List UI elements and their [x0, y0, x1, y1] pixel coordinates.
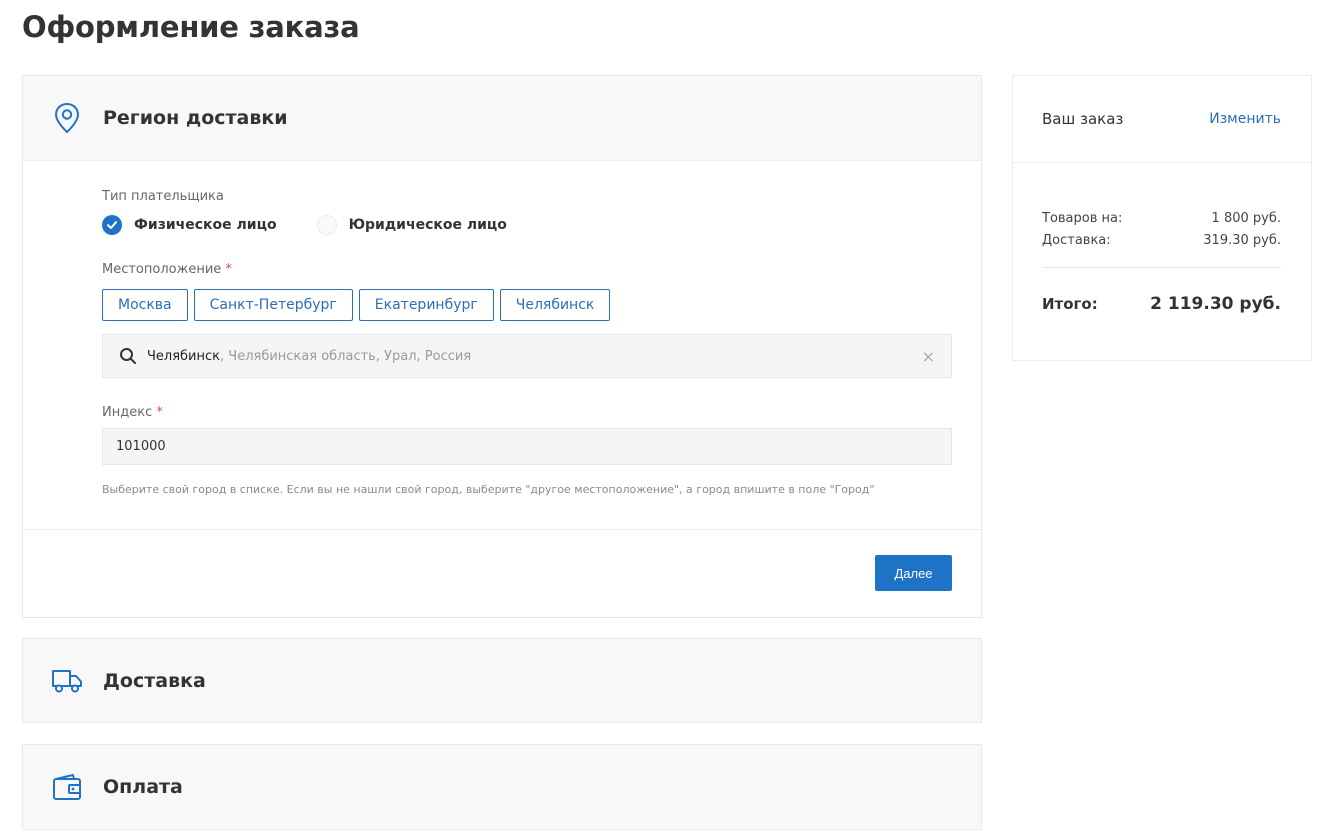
order-summary-header: Ваш заказ Изменить	[1013, 76, 1311, 163]
goods-label: Товаров на:	[1042, 210, 1123, 226]
payer-legal-radio[interactable]	[316, 215, 337, 235]
order-summary: Ваш заказ Изменить Товаров на: 1 800 руб…	[1012, 75, 1312, 361]
region-panel: Регион доставки Тип плательщика Физическ…	[22, 75, 982, 618]
region-panel-title: Регион доставки	[103, 107, 288, 129]
index-label: Индекс *	[102, 405, 952, 420]
region-panel-footer: Далее	[23, 529, 981, 617]
city-chip-chelyabinsk[interactable]: Челябинск	[499, 289, 611, 321]
search-icon	[120, 348, 136, 364]
index-label-text: Индекс	[102, 405, 153, 420]
map-pin-icon	[51, 102, 83, 134]
location-search-input[interactable]: Челябинск, Челябинская область, Урал, Ро…	[102, 334, 952, 378]
goods-value: 1 800 руб.	[1211, 210, 1281, 226]
payer-type-label: Тип плательщика	[102, 189, 224, 204]
order-summary-title: Ваш заказ	[1042, 110, 1124, 128]
summary-divider	[1042, 267, 1281, 268]
payer-legal-label[interactable]: Юридическое лицо	[349, 217, 507, 233]
payment-panel-header[interactable]: Оплата	[23, 745, 981, 828]
delivery-panel-title: Доставка	[103, 669, 206, 692]
clear-icon[interactable]: ×	[922, 347, 935, 366]
city-chips: Москва Санкт-Петербург Екатеринбург Челя…	[102, 289, 952, 321]
check-icon	[107, 221, 117, 229]
payment-panel-title: Оплата	[103, 775, 183, 798]
required-mark: *	[225, 262, 232, 277]
edit-order-link[interactable]: Изменить	[1209, 111, 1281, 127]
payer-individual-radio[interactable]	[102, 215, 122, 235]
delivery-label: Доставка:	[1042, 232, 1111, 248]
wallet-icon	[51, 771, 83, 803]
next-button[interactable]: Далее	[875, 555, 952, 591]
city-chip-moscow[interactable]: Москва	[102, 289, 188, 321]
city-chip-ekaterinburg[interactable]: Екатеринбург	[358, 289, 494, 321]
delivery-row: Доставка: 319.30 руб.	[1042, 229, 1281, 251]
goods-row: Товаров на: 1 800 руб.	[1042, 207, 1281, 229]
payer-type-options: Физическое лицо Юридическое лицо	[102, 214, 952, 236]
required-mark: *	[156, 405, 163, 420]
page-title: Оформление заказа	[22, 10, 360, 44]
location-details: , Челябинская область, Урал, Россия	[220, 348, 472, 364]
payment-panel[interactable]: Оплата	[22, 744, 982, 830]
city-chip-spb[interactable]: Санкт-Петербург	[193, 289, 353, 321]
truck-icon	[51, 665, 83, 697]
order-summary-rows: Товаров на: 1 800 руб. Доставка: 319.30 …	[1013, 163, 1311, 314]
total-label: Итого:	[1042, 295, 1098, 313]
index-input[interactable]: 101000	[102, 428, 952, 465]
delivery-panel-header[interactable]: Доставка	[23, 639, 981, 722]
delivery-value: 319.30 руб.	[1203, 232, 1281, 248]
total-row: Итого: 2 119.30 руб.	[1042, 294, 1281, 314]
location-label: Местоположение *	[102, 262, 952, 277]
region-panel-header: Регион доставки	[23, 76, 981, 161]
region-form: Тип плательщика Физическое лицо Юридичес…	[23, 161, 981, 496]
location-hint: Выберите свой город в списке. Если вы не…	[102, 483, 875, 496]
location-label-text: Местоположение	[102, 262, 222, 277]
location-city: Челябинск	[147, 348, 221, 364]
total-value: 2 119.30 руб.	[1150, 294, 1281, 314]
delivery-panel[interactable]: Доставка	[22, 638, 982, 723]
payer-individual-label[interactable]: Физическое лицо	[134, 217, 277, 233]
